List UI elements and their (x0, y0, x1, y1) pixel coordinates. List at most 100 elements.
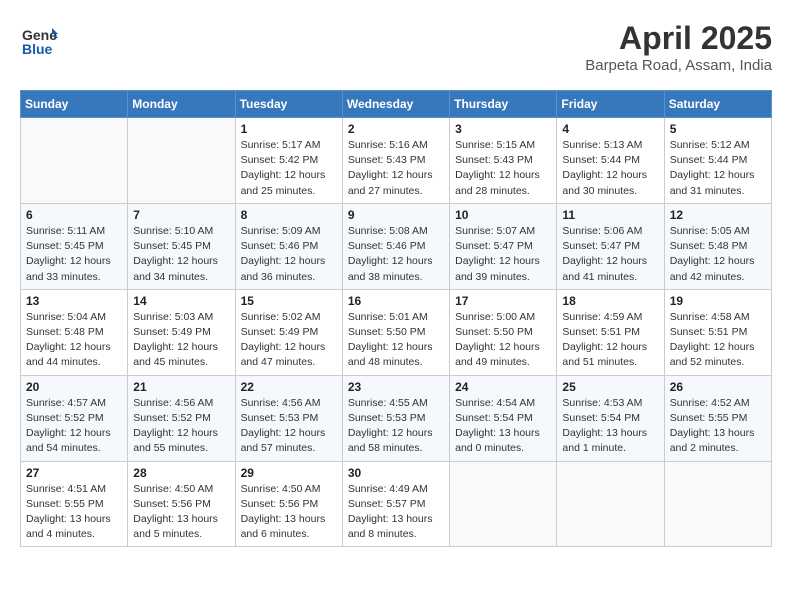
calendar-cell (21, 118, 128, 204)
cell-info: Sunrise: 5:12 AM Sunset: 5:44 PM Dayligh… (670, 138, 766, 199)
main-title: April 2025 (585, 20, 772, 57)
cell-info: Sunrise: 5:04 AM Sunset: 5:48 PM Dayligh… (26, 310, 122, 371)
cell-info: Sunrise: 4:54 AM Sunset: 5:54 PM Dayligh… (455, 396, 551, 457)
calendar-cell (450, 461, 557, 547)
cell-info: Sunrise: 5:06 AM Sunset: 5:47 PM Dayligh… (562, 224, 658, 285)
calendar-cell: 13 Sunrise: 5:04 AM Sunset: 5:48 PM Dayli… (21, 289, 128, 375)
cell-day-number: 3 (455, 122, 551, 136)
cell-day-number: 30 (348, 466, 444, 480)
calendar-week-3: 13 Sunrise: 5:04 AM Sunset: 5:48 PM Dayli… (21, 289, 772, 375)
calendar-cell: 6Sunrise: 5:11 AM Sunset: 5:45 PM Daylig… (21, 203, 128, 289)
cell-info: Sunrise: 5:09 AM Sunset: 5:46 PM Dayligh… (241, 224, 337, 285)
calendar-cell: 18 Sunrise: 4:59 AM Sunset: 5:51 PM Dayli… (557, 289, 664, 375)
cell-info: Sunrise: 5:02 AM Sunset: 5:49 PM Dayligh… (241, 310, 337, 371)
calendar-cell: 21 Sunrise: 4:56 AM Sunset: 5:52 PM Dayli… (128, 375, 235, 461)
cell-day-number: 7 (133, 208, 229, 222)
calendar-cell: 9 Sunrise: 5:08 AM Sunset: 5:46 PM Daylig… (342, 203, 449, 289)
calendar-week-5: 27 Sunrise: 4:51 AM Sunset: 5:55 PM Dayli… (21, 461, 772, 547)
calendar-cell (664, 461, 771, 547)
cell-day-number: 18 (562, 294, 658, 308)
cell-day-number: 27 (26, 466, 122, 480)
calendar-week-4: 20 Sunrise: 4:57 AM Sunset: 5:52 PM Dayli… (21, 375, 772, 461)
day-header-thursday: Thursday (450, 91, 557, 118)
calendar-cell: 19 Sunrise: 4:58 AM Sunset: 5:51 PM Dayli… (664, 289, 771, 375)
cell-day-number: 22 (241, 380, 337, 394)
cell-info: Sunrise: 4:57 AM Sunset: 5:52 PM Dayligh… (26, 396, 122, 457)
cell-day-number: 21 (133, 380, 229, 394)
cell-info: Sunrise: 5:08 AM Sunset: 5:46 PM Dayligh… (348, 224, 444, 285)
cell-day-number: 4 (562, 122, 658, 136)
cell-info: Sunrise: 4:55 AM Sunset: 5:53 PM Dayligh… (348, 396, 444, 457)
cell-day-number: 12 (670, 208, 766, 222)
calendar-week-2: 6Sunrise: 5:11 AM Sunset: 5:45 PM Daylig… (21, 203, 772, 289)
cell-day-number: 15 (241, 294, 337, 308)
calendar-body: 1 Sunrise: 5:17 AM Sunset: 5:42 PM Daylig… (21, 118, 772, 547)
calendar-cell: 15 Sunrise: 5:02 AM Sunset: 5:49 PM Dayli… (235, 289, 342, 375)
page-header: General Blue April 2025 Barpeta Road, As… (20, 20, 772, 74)
cell-info: Sunrise: 5:07 AM Sunset: 5:47 PM Dayligh… (455, 224, 551, 285)
cell-info: Sunrise: 5:17 AM Sunset: 5:42 PM Dayligh… (241, 138, 337, 199)
cell-day-number: 25 (562, 380, 658, 394)
calendar-cell: 20 Sunrise: 4:57 AM Sunset: 5:52 PM Dayli… (21, 375, 128, 461)
calendar-cell: 16 Sunrise: 5:01 AM Sunset: 5:50 PM Dayli… (342, 289, 449, 375)
calendar-table: SundayMondayTuesdayWednesdayThursdayFrid… (20, 90, 772, 547)
cell-day-number: 1 (241, 122, 337, 136)
calendar-cell: 8 Sunrise: 5:09 AM Sunset: 5:46 PM Daylig… (235, 203, 342, 289)
calendar-cell: 17 Sunrise: 5:00 AM Sunset: 5:50 PM Dayli… (450, 289, 557, 375)
day-header-tuesday: Tuesday (235, 91, 342, 118)
svg-text:Blue: Blue (22, 41, 53, 57)
cell-info: Sunrise: 5:15 AM Sunset: 5:43 PM Dayligh… (455, 138, 551, 199)
cell-info: Sunrise: 4:50 AM Sunset: 5:56 PM Dayligh… (133, 482, 229, 543)
cell-day-number: 26 (670, 380, 766, 394)
cell-day-number: 23 (348, 380, 444, 394)
day-header-saturday: Saturday (664, 91, 771, 118)
cell-info: Sunrise: 5:16 AM Sunset: 5:43 PM Dayligh… (348, 138, 444, 199)
logo: General Blue (20, 20, 58, 58)
cell-day-number: 14 (133, 294, 229, 308)
day-header-wednesday: Wednesday (342, 91, 449, 118)
calendar-cell: 12 Sunrise: 5:05 AM Sunset: 5:48 PM Dayli… (664, 203, 771, 289)
cell-info: Sunrise: 5:01 AM Sunset: 5:50 PM Dayligh… (348, 310, 444, 371)
calendar-cell: 14Sunrise: 5:03 AM Sunset: 5:49 PM Dayli… (128, 289, 235, 375)
calendar-cell: 5 Sunrise: 5:12 AM Sunset: 5:44 PM Daylig… (664, 118, 771, 204)
title-block: April 2025 Barpeta Road, Assam, India (585, 20, 772, 74)
cell-day-number: 17 (455, 294, 551, 308)
calendar-header: SundayMondayTuesdayWednesdayThursdayFrid… (21, 91, 772, 118)
cell-info: Sunrise: 4:51 AM Sunset: 5:55 PM Dayligh… (26, 482, 122, 543)
cell-day-number: 9 (348, 208, 444, 222)
calendar-cell: 3 Sunrise: 5:15 AM Sunset: 5:43 PM Daylig… (450, 118, 557, 204)
cell-day-number: 13 (26, 294, 122, 308)
cell-day-number: 8 (241, 208, 337, 222)
cell-day-number: 2 (348, 122, 444, 136)
cell-day-number: 28 (133, 466, 229, 480)
cell-day-number: 16 (348, 294, 444, 308)
calendar-cell: 23 Sunrise: 4:55 AM Sunset: 5:53 PM Dayli… (342, 375, 449, 461)
cell-day-number: 6 (26, 208, 122, 222)
calendar-cell (128, 118, 235, 204)
cell-info: Sunrise: 5:10 AM Sunset: 5:45 PM Dayligh… (133, 224, 229, 285)
cell-info: Sunrise: 4:52 AM Sunset: 5:55 PM Dayligh… (670, 396, 766, 457)
subtitle: Barpeta Road, Assam, India (585, 57, 772, 74)
calendar-cell: 26 Sunrise: 4:52 AM Sunset: 5:55 PM Dayli… (664, 375, 771, 461)
calendar-cell: 25 Sunrise: 4:53 AM Sunset: 5:54 PM Dayli… (557, 375, 664, 461)
calendar-cell (557, 461, 664, 547)
cell-info: Sunrise: 4:50 AM Sunset: 5:56 PM Dayligh… (241, 482, 337, 543)
cell-day-number: 11 (562, 208, 658, 222)
cell-info: Sunrise: 4:59 AM Sunset: 5:51 PM Dayligh… (562, 310, 658, 371)
cell-info: Sunrise: 5:00 AM Sunset: 5:50 PM Dayligh… (455, 310, 551, 371)
calendar-cell: 1 Sunrise: 5:17 AM Sunset: 5:42 PM Daylig… (235, 118, 342, 204)
cell-info: Sunrise: 4:56 AM Sunset: 5:52 PM Dayligh… (133, 396, 229, 457)
day-header-sunday: Sunday (21, 91, 128, 118)
calendar-week-1: 1 Sunrise: 5:17 AM Sunset: 5:42 PM Daylig… (21, 118, 772, 204)
calendar-cell: 4 Sunrise: 5:13 AM Sunset: 5:44 PM Daylig… (557, 118, 664, 204)
cell-info: Sunrise: 5:05 AM Sunset: 5:48 PM Dayligh… (670, 224, 766, 285)
cell-info: Sunrise: 4:53 AM Sunset: 5:54 PM Dayligh… (562, 396, 658, 457)
cell-day-number: 20 (26, 380, 122, 394)
calendar-cell: 27 Sunrise: 4:51 AM Sunset: 5:55 PM Dayli… (21, 461, 128, 547)
cell-day-number: 5 (670, 122, 766, 136)
calendar-cell: 11 Sunrise: 5:06 AM Sunset: 5:47 PM Dayli… (557, 203, 664, 289)
cell-info: Sunrise: 5:13 AM Sunset: 5:44 PM Dayligh… (562, 138, 658, 199)
calendar-cell: 30Sunrise: 4:49 AM Sunset: 5:57 PM Dayli… (342, 461, 449, 547)
cell-day-number: 19 (670, 294, 766, 308)
cell-info: Sunrise: 4:58 AM Sunset: 5:51 PM Dayligh… (670, 310, 766, 371)
